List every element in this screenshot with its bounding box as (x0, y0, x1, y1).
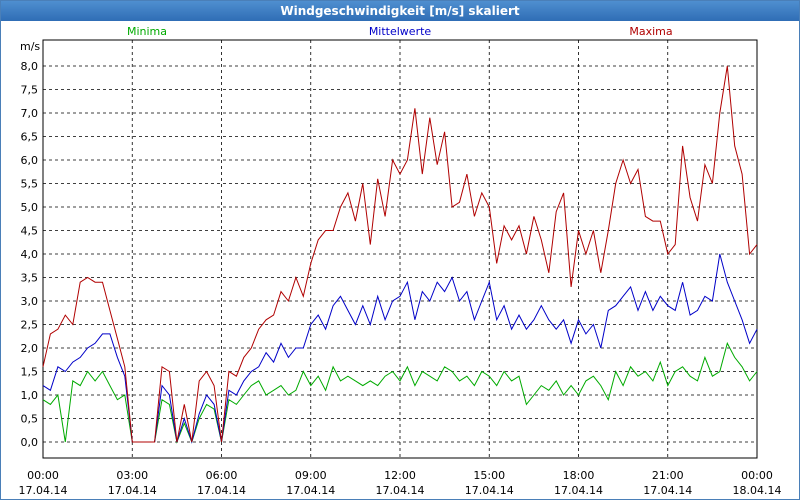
y-tick-label: 8,0 (21, 60, 39, 73)
legend-maxima: Maxima (629, 25, 672, 38)
x-tick-date: 17.04.14 (108, 484, 157, 497)
y-tick-label: 2,5 (21, 319, 39, 332)
x-tick-time: 00:00 (741, 469, 773, 482)
x-tick-time: 06:00 (206, 469, 238, 482)
y-axis-unit: m/s (20, 40, 40, 53)
x-tick-time: 12:00 (384, 469, 416, 482)
y-tick-label: 5,0 (21, 201, 39, 214)
y-tick-label: 1,5 (21, 366, 39, 379)
y-tick-label: 2,0 (21, 342, 39, 355)
x-tick-time: 00:00 (27, 469, 59, 482)
y-tick-label: 5,5 (21, 178, 39, 191)
x-tick-time: 21:00 (652, 469, 684, 482)
x-tick-time: 09:00 (295, 469, 327, 482)
x-tick-date: 17.04.14 (197, 484, 246, 497)
x-tick-date: 17.04.14 (19, 484, 68, 497)
y-tick-label: 1,0 (21, 389, 39, 402)
x-tick-date: 17.04.14 (465, 484, 514, 497)
legend-minima: Minima (127, 25, 167, 38)
y-tick-label: 3,0 (21, 295, 39, 308)
x-tick-date: 17.04.14 (554, 484, 603, 497)
x-tick-time: 18:00 (563, 469, 595, 482)
y-tick-label: 6,0 (21, 154, 39, 167)
y-tick-label: 0,0 (21, 436, 39, 449)
legend-mittelwerte: Mittelwerte (369, 25, 432, 38)
y-tick-label: 4,5 (21, 225, 39, 238)
x-tick-date: 17.04.14 (286, 484, 335, 497)
y-tick-label: 7,5 (21, 84, 39, 97)
y-tick-label: 6,5 (21, 131, 39, 144)
x-tick-time: 15:00 (473, 469, 505, 482)
legend: Minima Mittelwerte Maxima (127, 25, 673, 38)
x-tick-time: 03:00 (116, 469, 148, 482)
wind-speed-chart: 0,0 0,5 1,0 1,5 2,0 2,5 3,0 3,5 4,0 4,5 5,0 5,5 6,0 6… (19, 25, 782, 497)
x-tick-date: 18.04.14 (733, 484, 782, 497)
x-tick-date: 17.04.14 (376, 484, 425, 497)
y-tick-label: 0,5 (21, 413, 39, 426)
x-tick-date: 17.04.14 (643, 484, 692, 497)
y-tick-label: 4,0 (21, 248, 39, 261)
y-tick-label: 3,5 (21, 272, 39, 285)
y-tick-label: 7,0 (21, 107, 39, 120)
